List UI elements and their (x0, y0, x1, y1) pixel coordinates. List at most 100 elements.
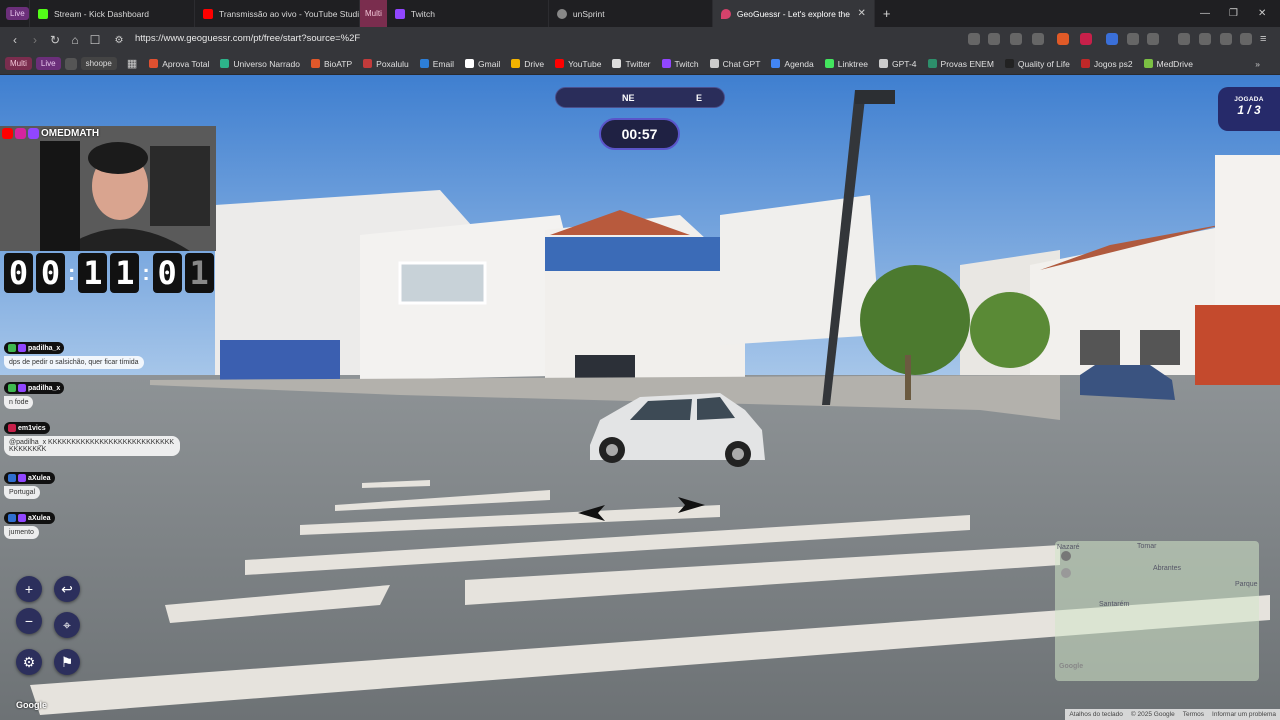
street-view-panorama[interactable]: NE E 00:57 JOGADA 1 / 3 OMEDMATH 0 0 : 1… (0, 75, 1280, 720)
bookmark-favicon-icon (661, 59, 671, 68)
streamer-name: OMEDMATH (41, 128, 100, 139)
flag-button[interactable]: ⚑ (54, 649, 80, 675)
chat-username: em1vics (4, 422, 50, 434)
bookmark-favicon-icon (555, 59, 565, 68)
report-problem-link[interactable]: Informar um problema (1208, 711, 1280, 718)
shield-icon[interactable] (1240, 33, 1252, 45)
extension-icon[interactable] (968, 33, 980, 45)
zoom-in-button[interactable]: + (16, 576, 42, 602)
bookmark-chip[interactable]: Multi (5, 57, 32, 70)
bookmark-item[interactable]: Drive (511, 59, 544, 69)
bookmark-favicon-icon (149, 59, 159, 68)
bookmark-item[interactable]: Jogos ps2 (1080, 59, 1133, 69)
tab-twitch[interactable]: Twitch (387, 0, 549, 27)
chat-message: dps de pedir o salsichão, quer ficar tím… (4, 356, 144, 369)
bookmark-favicon-icon (927, 59, 937, 68)
wallet-icon[interactable] (1178, 33, 1190, 45)
globe-icon (556, 8, 567, 19)
map-place-label: Abrantes (1153, 565, 1182, 572)
new-tab-button[interactable]: + (875, 0, 899, 27)
tab-unsprint[interactable]: unSprint (549, 0, 713, 27)
reload-icon[interactable]: ↻ (45, 33, 65, 47)
leo-icon[interactable] (1220, 33, 1232, 45)
sidebar-icon[interactable] (1147, 33, 1159, 45)
tab-geoguessr[interactable]: GeoGuessr - Let's explore the ✕ (712, 0, 875, 27)
extension-icon[interactable] (988, 33, 1000, 45)
bookmark-folder-icon[interactable] (64, 57, 77, 70)
guess-map[interactable]: Nazaré Tomar Abrantes Santarém Parque Go… (1055, 541, 1259, 681)
extensions-puzzle-icon[interactable] (1127, 33, 1139, 45)
bookmark-favicon-icon (465, 59, 475, 68)
tab-youtube-studio[interactable]: Transmissão ao vivo - YouTube Studio (195, 0, 360, 27)
twitch-icon (28, 128, 39, 139)
round-indicator: JOGADA 1 / 3 (1218, 87, 1280, 131)
badge-icon (8, 424, 16, 432)
bookmarks-bar: Multi Live shoope ▦ Aprova Total Universo… (0, 53, 1280, 75)
bookmark-item[interactable]: Linktree (824, 59, 868, 69)
map-place-label: Tomar (1137, 543, 1157, 550)
return-to-start-button[interactable]: ⌖ (54, 612, 80, 638)
bookmark-item[interactable]: YouTube (555, 59, 601, 69)
bookmark-chip[interactable]: shoope (80, 57, 117, 70)
tab-kick[interactable]: Stream - Kick Dashboard (30, 0, 195, 27)
bookmark-item[interactable]: Quality of Life (1004, 59, 1070, 69)
twitch-icon (18, 514, 26, 522)
bookmark-item[interactable]: Provas ENEM (927, 59, 994, 69)
bookmark-chip[interactable]: Live (35, 57, 61, 70)
tab-live[interactable]: Live (0, 0, 30, 27)
site-info-icon[interactable]: ⚙ (109, 35, 129, 46)
tab-multi[interactable]: Multi (360, 0, 387, 27)
bookmark-item[interactable]: Twitch (661, 59, 699, 69)
keyboard-shortcuts-link[interactable]: Atalhos do teclado (1065, 711, 1126, 718)
terms-link[interactable]: Termos (1179, 711, 1208, 718)
bookmark-favicon-icon (310, 59, 320, 68)
chat-message: jumento (4, 526, 39, 539)
copyright-text: © 2025 Google (1130, 711, 1175, 718)
map-place-label: Parque (1235, 581, 1258, 588)
settings-button[interactable]: ⚙ (16, 649, 42, 675)
menu-icon[interactable]: ≡ (1260, 33, 1272, 45)
bookmark-item[interactable]: Twitter (612, 59, 651, 69)
bookmark-item[interactable]: GPT-4 (878, 59, 917, 69)
twitch-icon (18, 344, 26, 352)
brave-shield-icon[interactable] (1057, 33, 1069, 45)
extension-icon[interactable] (1010, 33, 1022, 45)
round-label: JOGADA (1234, 96, 1264, 103)
back-icon[interactable]: ‹ (5, 33, 25, 47)
bookmark-item[interactable]: MedDrive (1143, 59, 1193, 69)
bookmark-item[interactable]: Agenda (771, 59, 814, 69)
extension-icon[interactable] (1106, 33, 1118, 45)
bookmark-item[interactable]: Gmail (465, 59, 500, 69)
close-tab-icon[interactable]: ✕ (858, 8, 866, 19)
twitch-icon (18, 384, 26, 392)
tab-strip: Live Stream - Kick Dashboard Transmissão… (0, 0, 1280, 27)
compass-ne: NE (622, 93, 635, 103)
bookmark-item[interactable]: Universo Narrado (220, 59, 300, 69)
url-field[interactable]: https://www.geoguessr.com/pt/free/start?… (135, 33, 360, 44)
bookmark-item[interactable]: Email (419, 59, 454, 69)
bookmark-icon[interactable]: ☐ (85, 33, 105, 47)
vpn-icon[interactable] (1199, 33, 1211, 45)
close-window-icon[interactable]: ✕ (1258, 0, 1266, 27)
bookmark-favicon-icon (220, 59, 230, 68)
undo-move-button[interactable]: ↩ (54, 576, 80, 602)
zoom-out-button[interactable]: − (16, 608, 42, 634)
round-timer: 00:57 (599, 118, 680, 150)
share-icon[interactable] (1032, 33, 1044, 45)
rewards-icon[interactable] (1080, 33, 1092, 45)
maximize-icon[interactable]: ❐ (1229, 0, 1238, 27)
apps-grid-icon[interactable]: ▦ (127, 57, 137, 70)
more-bookmarks-icon[interactable]: » (1255, 59, 1260, 69)
google-logo: Google (16, 700, 47, 710)
forward-icon[interactable]: › (25, 33, 45, 47)
bookmark-item[interactable]: Poxalulu (363, 59, 409, 69)
webcam-overlay (0, 126, 216, 251)
bookmark-item[interactable]: BioATP (310, 59, 352, 69)
home-icon[interactable]: ⌂ (65, 33, 85, 47)
clock-colon: : (142, 260, 150, 285)
clock-digit: 1 (110, 253, 140, 293)
minimize-icon[interactable]: — (1200, 0, 1210, 27)
bookmark-item[interactable]: Chat GPT (709, 59, 760, 69)
bookmark-item[interactable]: Aprova Total (149, 59, 209, 69)
bookmark-favicon-icon (824, 59, 834, 68)
